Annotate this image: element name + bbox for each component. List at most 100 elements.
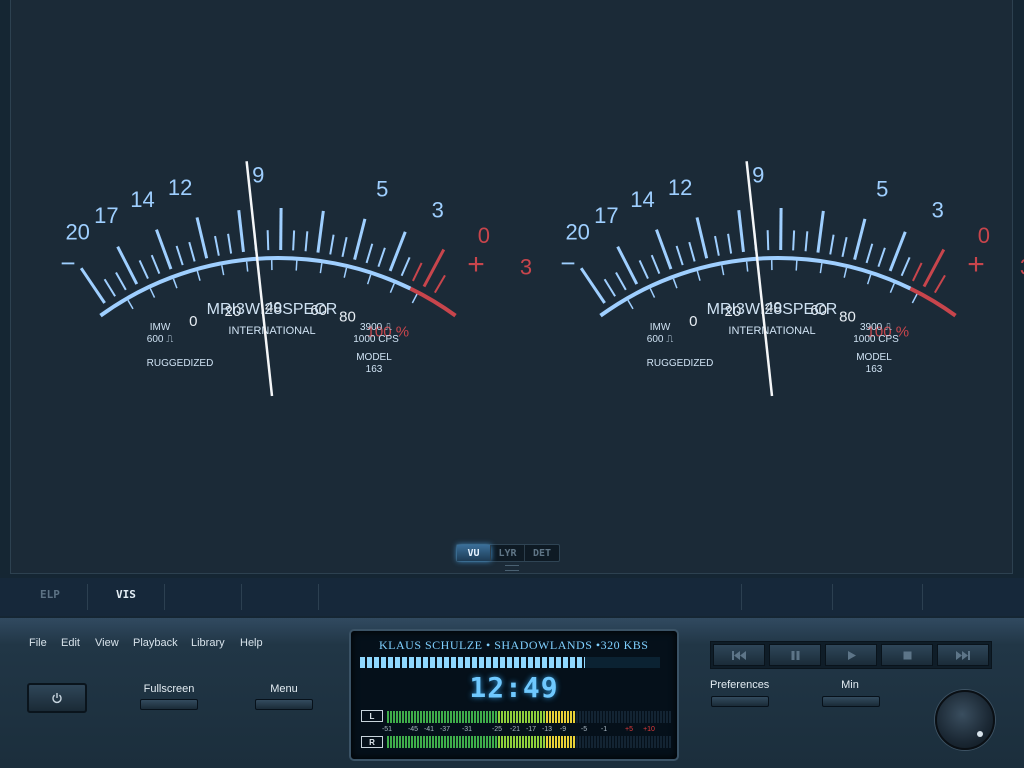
meter-tick (175, 245, 184, 266)
level-segment (570, 711, 572, 723)
menu-edit[interactable]: Edit (61, 637, 80, 649)
level-segment (477, 711, 479, 723)
level-segment (462, 736, 464, 748)
meter-minus-sign: − (560, 248, 575, 278)
level-segment (555, 711, 557, 723)
pause-button[interactable] (769, 644, 821, 666)
nav-cell-empty-5[interactable] (833, 584, 923, 610)
level-scale-label: -41 (423, 726, 435, 733)
nav-cell-empty-4[interactable] (742, 584, 833, 610)
level-segment (528, 711, 530, 723)
level-segment (642, 711, 644, 723)
menu-file[interactable]: File (29, 637, 47, 649)
menu-view[interactable]: View (95, 637, 119, 649)
nav-item-elp[interactable]: ELP (40, 588, 60, 601)
level-segment (417, 736, 419, 748)
level-segment (585, 711, 587, 723)
level-segment (420, 736, 422, 748)
meter-scale-label: 0 (478, 223, 490, 248)
level-segment (633, 711, 635, 723)
level-segment (657, 711, 659, 723)
level-segment (582, 736, 584, 748)
level-scale-label: -51 (381, 726, 393, 733)
menu-library[interactable]: Library (191, 637, 225, 649)
meter-spec-label: IMW (650, 322, 671, 333)
meter-tick (865, 243, 874, 264)
level-segment (639, 736, 641, 748)
level-segment (489, 736, 491, 748)
level-segment (453, 736, 455, 748)
meter-tick (655, 229, 673, 270)
level-segment (564, 711, 566, 723)
seek-bar[interactable] (360, 657, 660, 668)
level-segment (396, 711, 398, 723)
level-segment (531, 711, 533, 723)
nav-cell-empty-2[interactable] (242, 584, 319, 610)
level-segment (555, 736, 557, 748)
level-segment (645, 711, 647, 723)
meter-tick (292, 230, 296, 251)
level-segment (666, 711, 668, 723)
meter-scale-label: 17 (94, 203, 118, 228)
tab-det[interactable]: DET (525, 545, 559, 561)
meter-model-label: 163 (366, 364, 383, 375)
level-scale-label: -13 (541, 726, 553, 733)
meter-scale-label: 12 (168, 175, 192, 200)
meter-scale-label: 12 (668, 175, 692, 200)
meter-tick (616, 245, 639, 285)
menu-help[interactable]: Help (240, 637, 263, 649)
menu-button[interactable] (255, 699, 313, 710)
level-segment (387, 736, 389, 748)
tab-vu[interactable]: VU (457, 545, 491, 561)
level-segment (546, 711, 548, 723)
level-segment (459, 711, 461, 723)
tab-lyr[interactable]: LYR (491, 545, 525, 561)
meter-scale-label: 0 (978, 223, 990, 248)
level-segment (495, 711, 497, 723)
level-segment (543, 711, 545, 723)
meter-tick (888, 231, 907, 272)
level-segment (522, 736, 524, 748)
level-segment (657, 736, 659, 748)
level-segment (600, 736, 602, 748)
level-segment (576, 711, 578, 723)
resize-grip[interactable] (505, 565, 519, 571)
level-segment (402, 736, 404, 748)
meter-company-label: INTERNATIONAL (728, 325, 815, 337)
meter-scale-label: 20 (65, 219, 89, 244)
level-segment (603, 736, 605, 748)
level-segment (411, 736, 413, 748)
seek-progress (360, 657, 585, 668)
min-button[interactable] (822, 696, 880, 707)
level-segment (627, 711, 629, 723)
level-segment (585, 736, 587, 748)
level-segment (636, 736, 638, 748)
nav-item-vis[interactable]: VIS (116, 588, 136, 601)
play-button[interactable] (825, 644, 877, 666)
level-segment (480, 711, 482, 723)
level-segment (633, 736, 635, 748)
fullscreen-button[interactable] (140, 699, 198, 710)
level-segment (462, 711, 464, 723)
preferences-button[interactable] (711, 696, 769, 707)
level-segment (615, 711, 617, 723)
stop-button[interactable] (881, 644, 933, 666)
level-segment (390, 711, 392, 723)
level-segment (552, 736, 554, 748)
nav-cell-empty-1[interactable] (165, 584, 242, 610)
level-segment (450, 711, 452, 723)
nav-cell-empty-3 (319, 584, 742, 610)
level-segment (624, 711, 626, 723)
next-button[interactable] (937, 644, 989, 666)
previous-button[interactable] (713, 644, 765, 666)
channel-right-label: R (361, 736, 383, 748)
level-segment (402, 711, 404, 723)
meter-tick (675, 245, 684, 266)
meter-scale-label: 20 (565, 219, 589, 244)
power-button[interactable] (27, 683, 87, 713)
level-segment (501, 711, 503, 723)
menu-playback[interactable]: Playback (133, 637, 178, 649)
volume-knob[interactable] (935, 690, 995, 750)
level-segment (516, 736, 518, 748)
level-segment (423, 711, 425, 723)
